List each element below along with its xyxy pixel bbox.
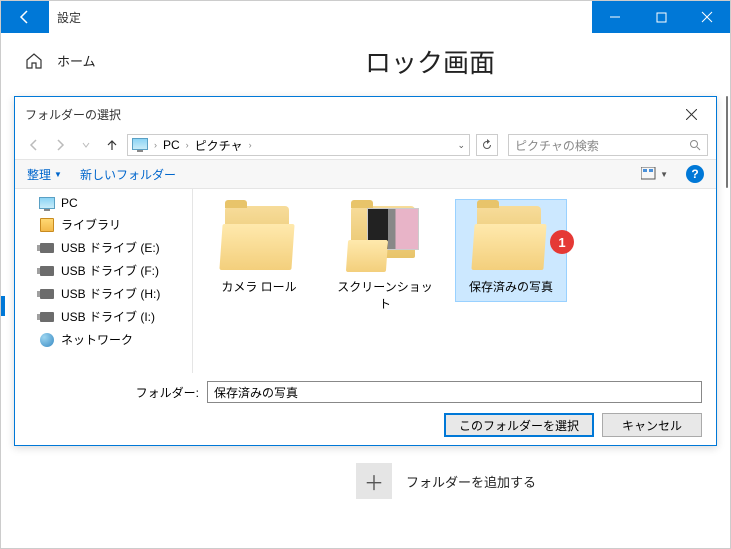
minimize-button[interactable]	[592, 1, 638, 33]
close-icon	[686, 109, 697, 120]
nav-tree[interactable]: PC ライブラリ USB ドライブ (E:) USB ドライブ (F:) USB…	[15, 189, 193, 373]
usb-drive-icon	[39, 287, 55, 301]
search-input[interactable]: ピクチャの検索	[508, 134, 708, 156]
annotation-badge: 1	[550, 230, 574, 254]
folder-label: スクリーンショット	[336, 278, 434, 312]
tree-item-usb-i[interactable]: USB ドライブ (I:)	[15, 305, 192, 328]
breadcrumb-sep: ›	[154, 140, 157, 150]
view-icon	[641, 167, 657, 181]
library-icon	[39, 218, 55, 232]
tree-item-network[interactable]: ネットワーク	[15, 328, 192, 351]
breadcrumb-root[interactable]: PC	[163, 138, 180, 152]
folder-label: カメラ ロール	[210, 278, 308, 295]
organize-menu[interactable]: 整理▼	[27, 166, 62, 183]
breadcrumb-folder[interactable]: ピクチャ	[195, 137, 243, 154]
settings-titlebar: 設定	[1, 1, 730, 33]
folder-icon	[221, 206, 297, 270]
refresh-button[interactable]	[476, 134, 498, 156]
back-button[interactable]	[1, 1, 49, 33]
maximize-button[interactable]	[638, 1, 684, 33]
network-icon	[39, 333, 55, 347]
close-icon	[701, 11, 713, 23]
folder-screenshots[interactable]: スクリーンショット	[329, 199, 441, 319]
home-icon	[25, 52, 43, 70]
chevron-down-icon: ▼	[660, 170, 668, 179]
new-folder-button[interactable]: 新しいフォルダー	[80, 166, 176, 183]
nav-up-button[interactable]	[101, 134, 123, 156]
close-button[interactable]	[684, 1, 730, 33]
pc-icon	[39, 196, 55, 210]
folder-name-input[interactable]	[207, 381, 702, 403]
dialog-close-button[interactable]	[676, 104, 706, 124]
page-title: ロック画面	[365, 43, 706, 80]
tree-item-usb-f[interactable]: USB ドライブ (F:)	[15, 259, 192, 282]
home-link[interactable]: ホーム	[25, 51, 317, 70]
breadcrumb-sep: ›	[249, 140, 252, 150]
arrow-up-icon	[105, 138, 119, 152]
toolbar: 整理▼ 新しいフォルダー ▼ ?	[15, 159, 716, 189]
tree-item-usb-e[interactable]: USB ドライブ (E:)	[15, 236, 192, 259]
arrow-right-icon	[53, 138, 67, 152]
search-placeholder: ピクチャの検索	[515, 137, 599, 154]
dialog-header: フォルダーの選択	[15, 97, 716, 131]
minimize-icon	[609, 11, 621, 23]
view-menu[interactable]: ▼	[641, 167, 668, 181]
folder-icon	[473, 206, 549, 270]
nav-forward-button[interactable]	[49, 134, 71, 156]
chevron-down-icon	[82, 141, 90, 149]
add-folder-button[interactable]: ＋ フォルダーを追加する	[356, 463, 536, 499]
search-icon	[689, 139, 701, 151]
nav-history-button[interactable]	[75, 134, 97, 156]
window-controls	[592, 1, 730, 33]
left-accent	[1, 296, 5, 316]
dialog-footer: フォルダー: このフォルダーを選択 キャンセル	[15, 373, 716, 445]
chevron-down-icon: ▼	[54, 170, 62, 179]
home-label: ホーム	[57, 51, 96, 70]
arrow-left-icon	[17, 9, 33, 25]
usb-drive-icon	[39, 310, 55, 324]
tree-item-library[interactable]: ライブラリ	[15, 213, 192, 236]
usb-drive-icon	[39, 264, 55, 278]
folder-field-label: フォルダー:	[29, 384, 199, 401]
tree-item-pc[interactable]: PC	[15, 193, 192, 213]
nav-row: › PC › ピクチャ › ⌄ ピクチャの検索	[15, 131, 716, 159]
breadcrumb-sep: ›	[186, 140, 189, 150]
folder-icon	[347, 206, 423, 270]
help-button[interactable]: ?	[686, 165, 704, 183]
maximize-icon	[656, 12, 667, 23]
folder-saved-pictures[interactable]: 保存済みの写真 1	[455, 199, 567, 302]
refresh-icon	[481, 139, 493, 151]
folders-pane[interactable]: カメラ ロール スクリーンショット 保存済みの写真 1	[193, 189, 716, 373]
folder-picker-dialog: フォルダーの選択 › PC › ピクチャ › ⌄ ピクチャの検索 整理▼ 新しい…	[14, 96, 717, 446]
folder-camera-roll[interactable]: カメラ ロール	[203, 199, 315, 302]
dialog-title: フォルダーの選択	[25, 106, 121, 123]
add-folder-label: フォルダーを追加する	[406, 472, 536, 491]
nav-back-button[interactable]	[23, 134, 45, 156]
pc-icon	[132, 138, 148, 152]
scrollbar[interactable]	[726, 96, 728, 188]
address-bar[interactable]: › PC › ピクチャ › ⌄	[127, 134, 470, 156]
usb-drive-icon	[39, 241, 55, 255]
chevron-down-icon[interactable]: ⌄	[457, 140, 465, 151]
folder-label: 保存済みの写真	[462, 278, 560, 295]
cancel-button[interactable]: キャンセル	[602, 413, 702, 437]
window-title: 設定	[49, 1, 592, 33]
tree-item-usb-h[interactable]: USB ドライブ (H:)	[15, 282, 192, 305]
select-folder-button[interactable]: このフォルダーを選択	[444, 413, 594, 437]
plus-icon: ＋	[356, 463, 392, 499]
arrow-left-icon	[27, 138, 41, 152]
dialog-main: PC ライブラリ USB ドライブ (E:) USB ドライブ (F:) USB…	[15, 189, 716, 373]
